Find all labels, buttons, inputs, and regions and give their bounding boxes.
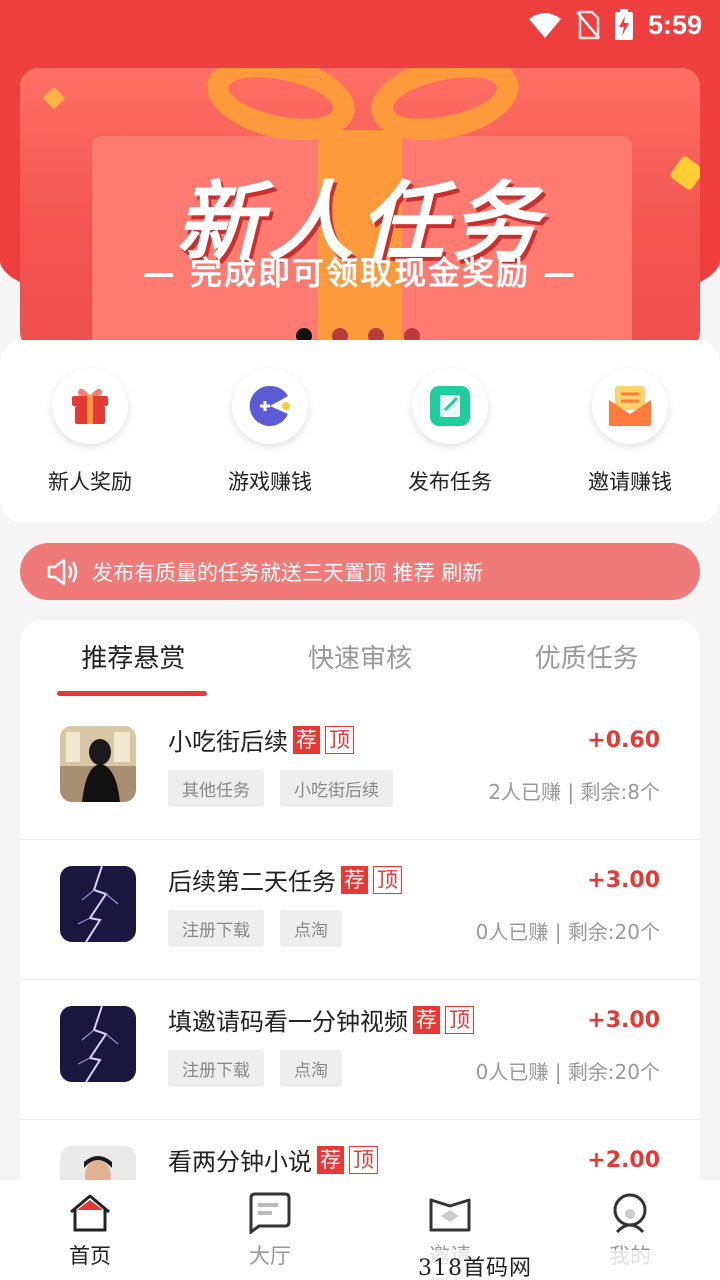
nav-label: 大厅 <box>249 1244 291 1268</box>
quick-action-publish-task[interactable]: 发布任务 <box>360 368 540 522</box>
quick-actions: 新人奖励 游戏赚钱 发布任务 邀请赚钱 <box>0 340 720 522</box>
stats-divider: | <box>554 920 568 944</box>
task-remaining: 剩余:20个 <box>567 1060 660 1084</box>
stats-divider: | <box>567 780 581 804</box>
top-badge: 顶 <box>325 725 354 754</box>
task-tag: 其他任务 <box>168 770 264 807</box>
home-icon <box>70 1194 110 1232</box>
decoration-diamond <box>42 86 66 110</box>
watermark: 318首码网 www.E318.com <box>418 1250 720 1280</box>
top-badge: 顶 <box>349 1145 378 1174</box>
task-title: 看两分钟小说 荐 顶 <box>168 1142 378 1177</box>
no-sim-icon <box>575 10 600 40</box>
nav-hall[interactable]: 大厅 <box>180 1180 360 1280</box>
task-title: 后续第二天任务 荐 顶 <box>168 862 402 897</box>
task-stats: 2人已赚 | 剩余:8个 <box>488 776 660 805</box>
profile-icon <box>613 1193 647 1234</box>
quick-action-label: 游戏赚钱 <box>228 470 312 494</box>
task-reward: +2.00 <box>587 1148 660 1173</box>
top-badge: 顶 <box>445 1005 474 1034</box>
task-tag: 点淘 <box>280 1050 342 1087</box>
task-reward: +3.00 <box>587 868 660 893</box>
recommend-badge: 荐 <box>293 725 320 754</box>
task-earned-count: 0人已赚 <box>475 1060 549 1084</box>
nav-home[interactable]: 首页 <box>0 1180 180 1280</box>
task-tags: 其他任务 小吃街后续 <box>168 770 393 807</box>
banner-carousel[interactable]: 新人任务 — 完成即可领取现金奖励 — <box>20 68 700 350</box>
clock: 5:59 <box>647 9 702 40</box>
task-row[interactable]: 填邀请码看一分钟视频 荐 顶 注册下载 点淘 +3.00 0人已赚 | 剩余:2… <box>20 980 700 1120</box>
notice-bar[interactable]: 发布有质量的任务就送三天置顶 推荐 刷新 <box>20 543 700 600</box>
invite-icon <box>429 1198 471 1232</box>
task-tag: 小吃街后续 <box>280 770 393 807</box>
quick-action-label: 发布任务 <box>408 470 492 494</box>
task-thumbnail <box>60 866 136 942</box>
quick-action-label: 新人奖励 <box>48 470 132 494</box>
publish-icon <box>412 368 488 444</box>
quick-action-invite-earn[interactable]: 邀请赚钱 <box>540 368 720 522</box>
quick-action-game-earn[interactable]: 游戏赚钱 <box>180 368 360 522</box>
recommend-badge: 荐 <box>413 1005 440 1034</box>
battery-charging-icon <box>614 9 633 40</box>
task-tabs: 推荐悬赏 快速审核 优质任务 <box>20 620 700 700</box>
recommend-badge: 荐 <box>341 865 368 894</box>
task-stats: 0人已赚 | 剩余:20个 <box>476 1056 660 1085</box>
task-tags: 注册下载 点淘 <box>168 1050 342 1087</box>
envelope-icon <box>592 368 668 444</box>
task-reward: +0.60 <box>587 728 660 753</box>
task-tag: 点淘 <box>280 910 342 947</box>
task-title: 填邀请码看一分钟视频 荐 顶 <box>168 1002 474 1037</box>
tab-quality-tasks[interactable]: 优质任务 <box>473 620 700 700</box>
task-tag: 注册下载 <box>168 910 264 947</box>
speaker-icon <box>47 558 78 585</box>
stats-divider: | <box>554 1060 568 1084</box>
task-tag: 注册下载 <box>168 1050 264 1087</box>
task-thumbnail <box>60 1006 136 1082</box>
task-stats: 0人已赚 | 剩余:20个 <box>476 916 660 945</box>
task-thumbnail <box>60 726 136 802</box>
task-title-text: 看两分钟小说 <box>168 1148 312 1176</box>
hall-icon <box>249 1192 291 1234</box>
task-title-text: 小吃街后续 <box>168 728 288 756</box>
task-tags: 注册下载 点淘 <box>168 910 342 947</box>
nav-label: 首页 <box>69 1244 111 1268</box>
wifi-icon <box>528 13 561 38</box>
quick-action-new-user-reward[interactable]: 新人奖励 <box>0 368 180 522</box>
status-bar: 5:59 <box>0 0 720 50</box>
task-earned-count: 2人已赚 <box>488 780 562 804</box>
tab-active-indicator <box>57 691 207 696</box>
task-earned-count: 0人已赚 <box>475 920 549 944</box>
task-title-text: 后续第二天任务 <box>168 868 336 896</box>
gift-icon <box>52 368 128 444</box>
task-title-text: 填邀请码看一分钟视频 <box>168 1008 408 1036</box>
tab-recommended[interactable]: 推荐悬赏 <box>20 620 247 700</box>
task-row[interactable]: 后续第二天任务 荐 顶 注册下载 点淘 +3.00 0人已赚 | 剩余:20个 <box>20 840 700 980</box>
task-row[interactable]: 小吃街后续 荐 顶 其他任务 小吃街后续 +0.60 2人已赚 | 剩余:8个 <box>20 700 700 840</box>
task-remaining: 剩余:8个 <box>580 780 660 804</box>
notice-text: 发布有质量的任务就送三天置顶 推荐 刷新 <box>92 560 484 585</box>
task-reward: +3.00 <box>587 1008 660 1033</box>
recommend-badge: 荐 <box>317 1145 344 1174</box>
top-badge: 顶 <box>373 865 402 894</box>
tab-fast-review[interactable]: 快速审核 <box>247 620 474 700</box>
task-remaining: 剩余:20个 <box>567 920 660 944</box>
task-title: 小吃街后续 荐 顶 <box>168 722 354 757</box>
banner-subtitle: — 完成即可领取现金奖励 — <box>142 254 578 292</box>
game-icon <box>232 368 308 444</box>
quick-action-label: 邀请赚钱 <box>588 470 672 494</box>
